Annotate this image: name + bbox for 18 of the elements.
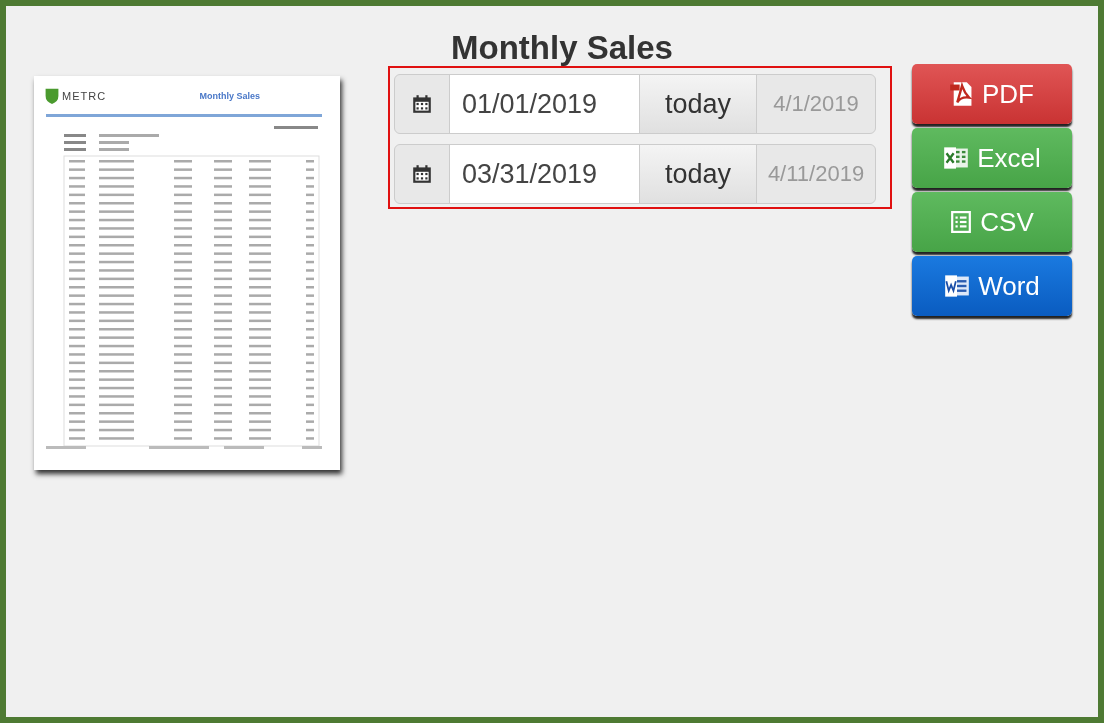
page-title: Monthly Sales [450, 28, 674, 68]
date-hint: 4/1/2019 [772, 90, 860, 118]
spreadsheet-icon [943, 146, 970, 170]
date-field[interactable]: 01/01/2019 [450, 75, 640, 133]
shield-icon [44, 87, 60, 105]
logo-text: METRC [62, 90, 107, 102]
today-button[interactable]: today [640, 145, 757, 203]
date-hint: 4/11/2019 [766, 160, 866, 188]
report-title: Monthly Sales [199, 91, 260, 101]
today-button[interactable]: today [640, 75, 757, 133]
word-export-button[interactable]: Word [912, 256, 1072, 316]
calendar-icon [411, 93, 433, 115]
calendar-icon [411, 163, 433, 185]
date-field[interactable]: 03/31/2019 [450, 145, 640, 203]
list-document-icon [950, 211, 973, 233]
document-icon [944, 274, 971, 298]
pdf-file-icon [950, 81, 974, 107]
pdf-export-button[interactable]: PDF [912, 64, 1072, 124]
